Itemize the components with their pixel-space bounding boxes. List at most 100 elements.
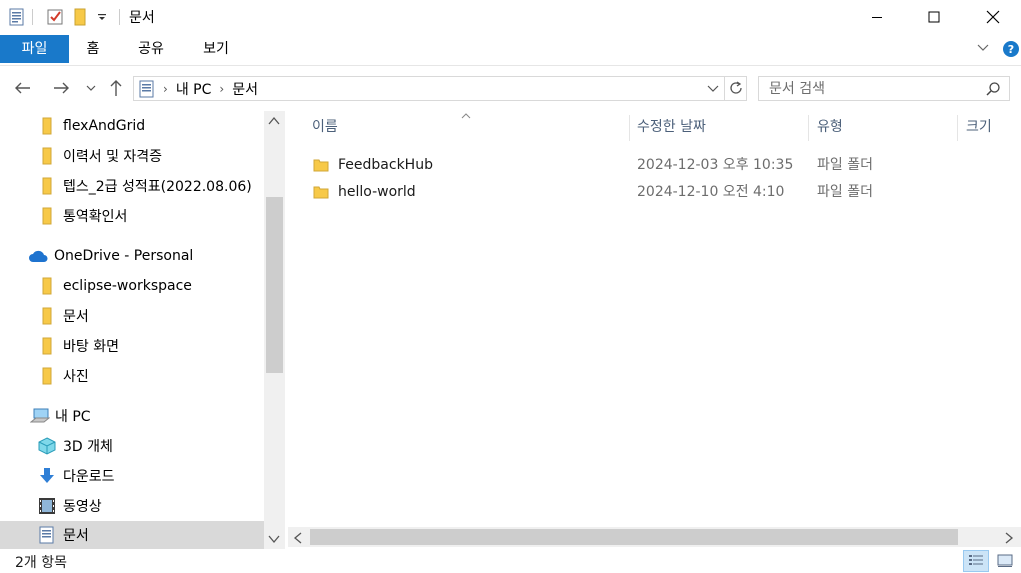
address-dropdown-icon[interactable] [707, 83, 719, 93]
sidebar-item-pictures[interactable]: 사진 [38, 363, 89, 389]
tab-home[interactable]: 홈 [78, 36, 108, 62]
sidebar-item-resume[interactable]: 이력서 및 자격증 [38, 143, 162, 169]
sidebar-item-label: eclipse-workspace [63, 278, 192, 294]
refresh-icon[interactable] [728, 80, 744, 96]
file-modified: 2024-12-10 오전 4:10 [637, 184, 785, 200]
address-bar[interactable]: › 내 PC › 문서 [133, 76, 747, 101]
file-type: 파일 폴더 [817, 184, 873, 200]
folder-icon [38, 147, 56, 165]
sidebar-item-label: 사진 [63, 369, 89, 385]
details-view-button[interactable] [963, 550, 989, 572]
sidebar-item-onedrive-documents[interactable]: 문서 [38, 303, 89, 329]
file-name: FeedbackHub [338, 157, 433, 173]
expand-ribbon-icon[interactable] [976, 42, 990, 58]
navigation-bar: › 내 PC › 문서 [0, 67, 1021, 109]
3d-objects-icon [38, 437, 56, 455]
sidebar-item-label: 내 PC [55, 409, 91, 425]
large-icons-view-button[interactable] [992, 550, 1018, 572]
folder-icon [313, 184, 329, 204]
search-input[interactable] [769, 80, 984, 98]
close-button[interactable] [970, 0, 1016, 34]
column-header-type[interactable]: 유형 [809, 111, 843, 143]
document-icon [38, 526, 56, 544]
sidebar-item-label: 문서 [63, 528, 89, 544]
video-icon [38, 497, 56, 515]
file-list: 이름 수정한 날짜 유형 크기 FeedbackHub 2024-12-03 오… [288, 111, 1021, 528]
sidebar-item-documents[interactable]: 문서 [0, 521, 264, 549]
customize-toolbar-icon[interactable] [97, 7, 107, 27]
sidebar-scrollbar-thumb[interactable] [266, 197, 283, 373]
new-folder-icon[interactable] [73, 7, 87, 27]
sidebar-item-downloads[interactable]: 다운로드 [38, 463, 115, 489]
window-title: 문서 [129, 10, 155, 26]
recent-locations-button[interactable] [84, 77, 98, 99]
scroll-left-icon[interactable] [293, 532, 303, 548]
horizontal-scrollbar-thumb[interactable] [310, 529, 958, 545]
maximize-button[interactable] [911, 0, 957, 34]
table-row[interactable]: FeedbackHub 2024-12-03 오후 10:35 파일 폴더 [288, 152, 1021, 178]
sidebar-item-flexandgrid[interactable]: flexAndGrid [38, 113, 145, 139]
quick-access-divider [32, 9, 33, 25]
sidebar-item-label: 동영상 [63, 499, 102, 515]
sidebar-item-3d-objects[interactable]: 3D 개체 [38, 433, 113, 459]
large-icons-view-icon [997, 554, 1013, 568]
sidebar-item-eclipse-workspace[interactable]: eclipse-workspace [38, 273, 192, 299]
title-divider [119, 9, 120, 25]
breadcrumb-documents[interactable]: 문서 [232, 79, 258, 99]
sidebar-item-label: 텝스_2급 성적표(2022.08.06) [63, 179, 252, 195]
search-icon[interactable] [985, 81, 1001, 97]
address-divider [724, 77, 725, 100]
properties-icon[interactable] [46, 7, 64, 27]
navigation-pane: flexAndGrid 이력서 및 자격증 텝스_2급 성적표(2022.08.… [0, 111, 286, 549]
folder-icon [38, 367, 56, 385]
ribbon: 파일 홈 공유 보기 ? [0, 34, 1021, 66]
folder-icon [38, 307, 56, 325]
column-header-date-modified[interactable]: 수정한 날짜 [629, 111, 706, 143]
sidebar-item-label: flexAndGrid [63, 118, 146, 134]
scroll-right-icon[interactable] [1004, 532, 1014, 548]
title-bar: 문서 [0, 0, 1021, 34]
sidebar-item-label: 바탕 화면 [63, 339, 119, 355]
minimize-button[interactable] [854, 0, 900, 34]
sidebar-item-label: 통역확인서 [63, 209, 128, 225]
folder-icon [38, 207, 56, 225]
download-icon [38, 467, 56, 485]
back-button[interactable] [12, 77, 34, 99]
breadcrumb-this-pc[interactable]: 내 PC [176, 79, 212, 99]
table-row[interactable]: hello-world 2024-12-10 오전 4:10 파일 폴더 [288, 179, 1021, 205]
sidebar-item-videos[interactable]: 동영상 [38, 493, 102, 519]
sidebar-item-desktop[interactable]: 바탕 화면 [38, 333, 119, 359]
document-location-icon [139, 80, 155, 98]
sidebar-scrollbar[interactable] [264, 111, 285, 549]
status-bar: 2개 항목 [0, 549, 1021, 573]
sidebar-item-label: OneDrive - Personal [54, 248, 194, 264]
sidebar-item-interpretation[interactable]: 통역확인서 [38, 203, 127, 229]
help-icon[interactable]: ? [1002, 40, 1020, 62]
forward-button[interactable] [50, 77, 72, 99]
sidebar-item-teps[interactable]: 텝스_2급 성적표(2022.08.06) [38, 173, 252, 199]
search-box[interactable] [758, 76, 1010, 101]
up-button[interactable] [106, 77, 126, 99]
folder-icon [38, 337, 56, 355]
file-list-horizontal-scrollbar[interactable] [288, 527, 1021, 547]
pc-icon [30, 407, 50, 425]
file-name: hello-world [338, 184, 416, 200]
scroll-up-icon[interactable] [268, 115, 280, 130]
svg-text:?: ? [1008, 43, 1014, 56]
tab-share[interactable]: 공유 [130, 36, 172, 62]
file-modified: 2024-12-03 오후 10:35 [637, 157, 794, 173]
sidebar-item-this-pc[interactable]: 내 PC [30, 403, 91, 429]
app-icon[interactable] [9, 7, 25, 27]
tab-file[interactable]: 파일 [0, 35, 69, 63]
chevron-right-icon[interactable]: › [163, 82, 168, 96]
column-header-name[interactable]: 이름 [304, 111, 338, 143]
chevron-right-icon[interactable]: › [219, 82, 224, 96]
scroll-down-icon[interactable] [268, 533, 280, 548]
sidebar-item-label: 문서 [63, 309, 89, 325]
folder-icon [38, 117, 56, 135]
tab-view[interactable]: 보기 [195, 36, 237, 62]
column-header-size[interactable]: 크기 [958, 111, 992, 143]
sidebar-item-label: 다운로드 [63, 469, 115, 485]
sidebar-item-label: 이력서 및 자격증 [63, 149, 163, 165]
sidebar-item-onedrive[interactable]: OneDrive - Personal [28, 243, 193, 269]
